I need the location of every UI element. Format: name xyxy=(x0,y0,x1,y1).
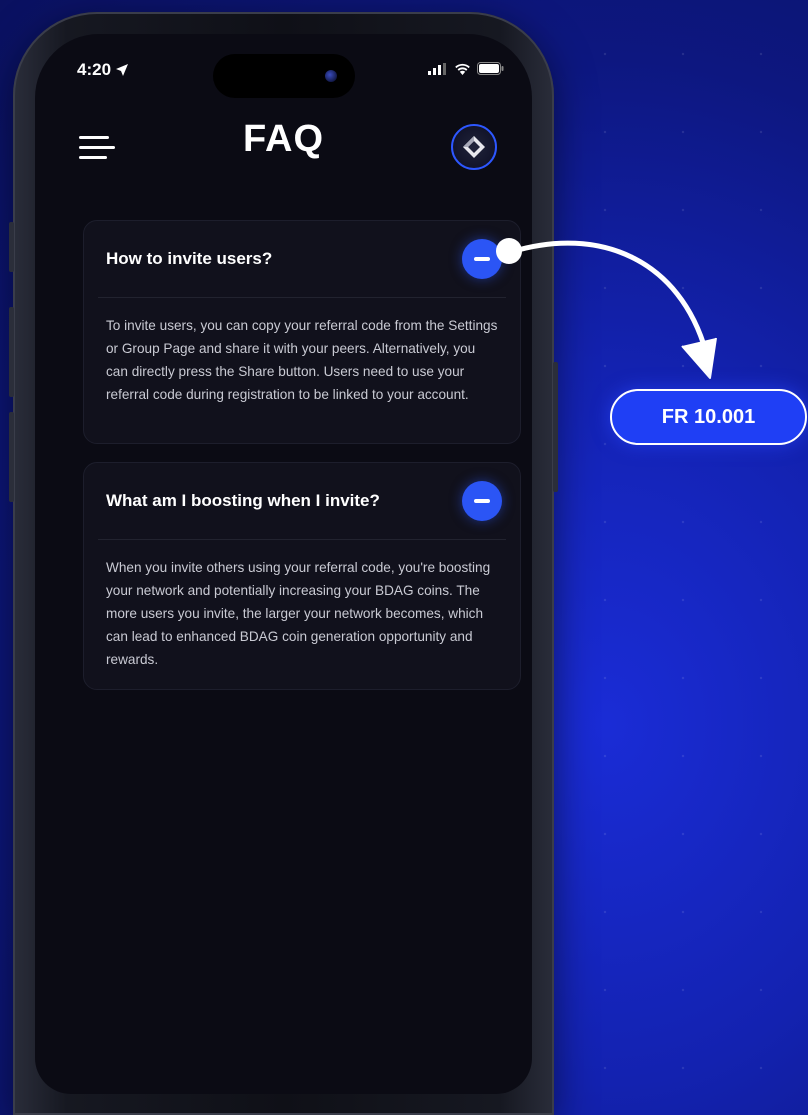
logo-icon xyxy=(463,136,485,158)
faq-question: What am I boosting when I invite? xyxy=(106,491,380,510)
phone-frame: 4:20 FAQ How to invite users? To invite … xyxy=(9,12,558,1115)
camera-icon xyxy=(325,70,337,82)
volume-up-button xyxy=(9,307,14,397)
location-arrow-icon xyxy=(116,64,129,76)
faq-item-boosting: What am I boosting when I invite? When y… xyxy=(83,462,521,690)
silent-switch xyxy=(9,222,14,272)
power-button xyxy=(553,362,558,492)
status-time-text: 4:20 xyxy=(77,60,112,79)
faq-item-header[interactable]: How to invite users? xyxy=(98,221,506,298)
fr-value-badge: FR 10.001 xyxy=(610,389,807,445)
faq-question: How to invite users? xyxy=(106,249,273,268)
volume-down-button xyxy=(9,412,14,502)
profile-avatar-button[interactable] xyxy=(451,124,497,170)
status-bar-time: 4:20 xyxy=(77,60,129,80)
battery-icon xyxy=(477,62,504,75)
phone-screen: 4:20 FAQ How to invite users? To invite … xyxy=(35,34,532,1094)
dynamic-island xyxy=(213,54,355,98)
annotation-dot xyxy=(496,238,522,264)
faq-answer: When you invite others using your referr… xyxy=(106,560,491,667)
faq-item-header[interactable]: What am I boosting when I invite? xyxy=(98,463,506,540)
signal-icon xyxy=(428,62,446,75)
wifi-icon xyxy=(455,63,470,75)
faq-answer: To invite users, you can copy your refer… xyxy=(106,318,498,402)
status-bar-icons xyxy=(428,62,504,75)
collapse-minus-icon[interactable] xyxy=(462,481,502,521)
faq-item-invite-users: How to invite users? To invite users, yo… xyxy=(83,220,521,444)
